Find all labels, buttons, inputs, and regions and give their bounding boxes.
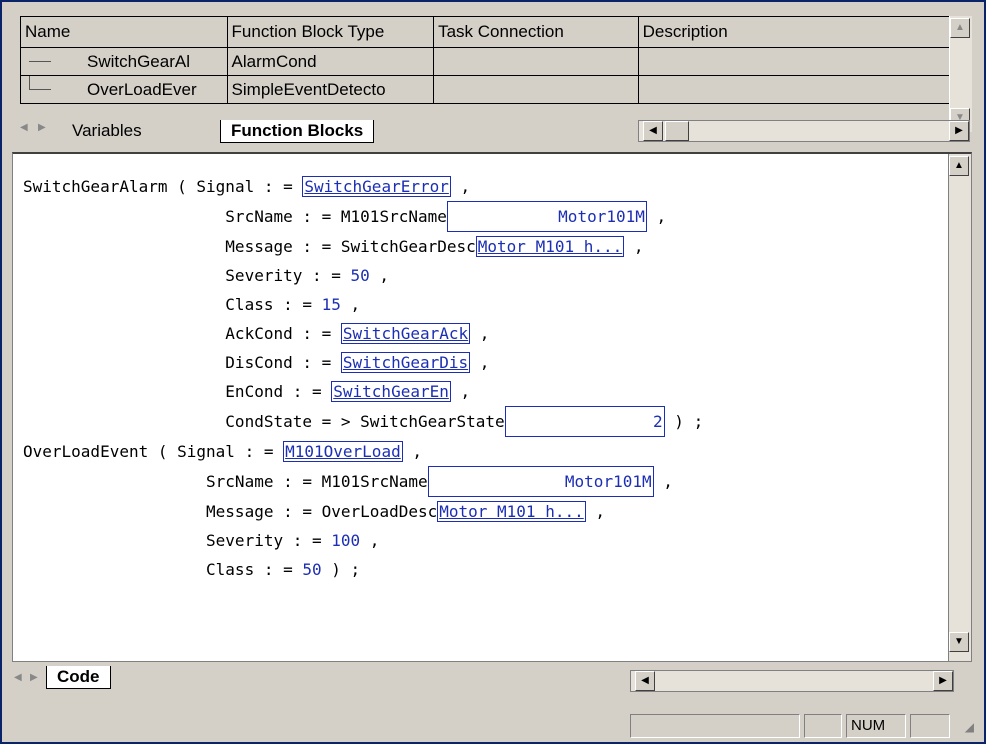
tab-variables[interactable]: Variables [62,120,152,142]
col-header-type[interactable]: Function Block Type [226,16,435,48]
tab-scroll-right-icon[interactable]: ▶ [38,122,46,133]
var-name: M101SrcName [321,472,428,491]
scroll-up-icon[interactable]: ▲ [949,156,969,176]
param-name: Signal [196,177,255,196]
code-vertical-scrollbar[interactable]: ▲ ▼ [948,154,971,661]
value-box[interactable]: Motor101M [446,201,647,232]
cell-task[interactable] [433,47,639,76]
row-name-text: SwitchGearAl [87,51,190,71]
grid-tab-strip: ◀ ▶ Variables Function Blocks ◀ ▶ [20,120,970,144]
block-name: OverLoadEvent [23,442,149,461]
tab-scroll-left-icon[interactable]: ◀ [14,672,22,683]
param-name: AckCond [225,324,293,343]
tab-scroll-left-icon[interactable]: ◀ [20,122,28,133]
param-name: CondState [225,412,312,431]
param-name: Signal [177,442,235,461]
cell-name[interactable]: SwitchGearAl [20,47,228,76]
var-link[interactable]: SwitchGearAck [340,323,471,344]
cell-description[interactable] [637,47,951,76]
editor-window: Name Function Block Type Task Connection… [0,0,986,744]
scroll-thumb[interactable] [665,121,689,141]
tab-code[interactable]: Code [46,666,111,689]
var-name: SwitchGearState [360,412,505,431]
param-name: DisCond [225,353,293,372]
param-name: Class [225,295,274,314]
num-lock-indicator: NUM [846,714,906,738]
status-panel [630,714,800,738]
table-row[interactable]: SwitchGearAl AlarmCond [20,47,951,76]
table-header-row: Name Function Block Type Task Connection… [20,16,951,48]
function-block-table: Name Function Block Type Task Connection… [20,16,951,104]
function-block-grid: Name Function Block Type Task Connection… [20,16,972,132]
scroll-right-icon[interactable]: ▶ [933,671,953,691]
param-name: Class [206,560,255,579]
scroll-down-icon[interactable]: ▼ [949,632,969,652]
block-name: SwitchGearAlarm [23,177,168,196]
status-panel [804,714,842,738]
value-text: 50 [302,560,322,579]
table-row[interactable]: OverLoadEver SimpleEventDetecto [20,75,951,104]
var-name: SwitchGearDesc [340,237,476,256]
param-name: SrcName [225,207,293,226]
param-name: Severity [206,531,284,550]
status-panel [910,714,950,738]
col-header-name[interactable]: Name [20,16,228,48]
value-box[interactable]: Motor101M [427,466,654,497]
col-header-description[interactable]: Description [637,16,951,48]
var-link[interactable]: SwitchGearEn [331,381,451,402]
tree-line-icon [29,89,51,90]
value-box[interactable]: 2 [504,406,665,437]
scroll-right-icon[interactable]: ▶ [949,121,969,141]
param-name: Severity [225,266,303,285]
code-horizontal-scrollbar[interactable]: ◀ ▶ [630,670,954,692]
code-tab-strip: ◀ ▶ Code ◀ ▶ [12,666,972,692]
grid-horizontal-scrollbar[interactable]: ◀ ▶ [638,120,970,142]
param-name: SrcName [206,472,274,491]
var-link[interactable]: SwitchGearDis [340,352,471,373]
cell-description[interactable] [637,75,951,104]
param-name: Message [225,237,293,256]
resize-grip-icon[interactable]: ◢ [965,720,974,734]
var-link[interactable]: SwitchGearError [302,176,451,197]
param-name: Message [206,502,274,521]
tab-scroll-right-icon[interactable]: ▶ [30,672,38,683]
tab-function-blocks[interactable]: Function Blocks [220,120,375,143]
scroll-up-icon[interactable]: ▲ [950,18,970,38]
value-box[interactable]: Motor M101 h... [437,501,586,522]
code-text[interactable]: SwitchGearAlarm ( Signal : = SwitchGearE… [23,172,703,584]
grid-vertical-scrollbar[interactable]: ▲ ▼ [949,16,972,132]
cell-type[interactable]: AlarmCond [226,47,435,76]
tree-line-icon [29,61,51,62]
value-text: 100 [331,531,361,550]
row-name-text: OverLoadEver [87,79,197,99]
scroll-left-icon[interactable]: ◀ [635,671,655,691]
value-text: 15 [321,295,341,314]
cell-name[interactable]: OverLoadEver [20,75,228,104]
cell-type[interactable]: SimpleEventDetecto [226,75,435,104]
value-box[interactable]: Motor M101 h... [475,236,625,257]
col-header-task[interactable]: Task Connection [433,16,639,48]
var-name: OverLoadDesc [321,502,438,521]
value-text: 50 [350,266,370,285]
cell-task[interactable] [433,75,639,104]
code-editor[interactable]: SwitchGearAlarm ( Signal : = SwitchGearE… [12,152,972,662]
var-name: M101SrcName [340,207,447,226]
param-name: EnCond [225,382,284,401]
status-bar: NUM ◢ [10,712,980,740]
tree-line-icon [29,76,30,89]
scroll-left-icon[interactable]: ◀ [643,121,663,141]
var-link[interactable]: M101OverLoad [283,441,403,462]
